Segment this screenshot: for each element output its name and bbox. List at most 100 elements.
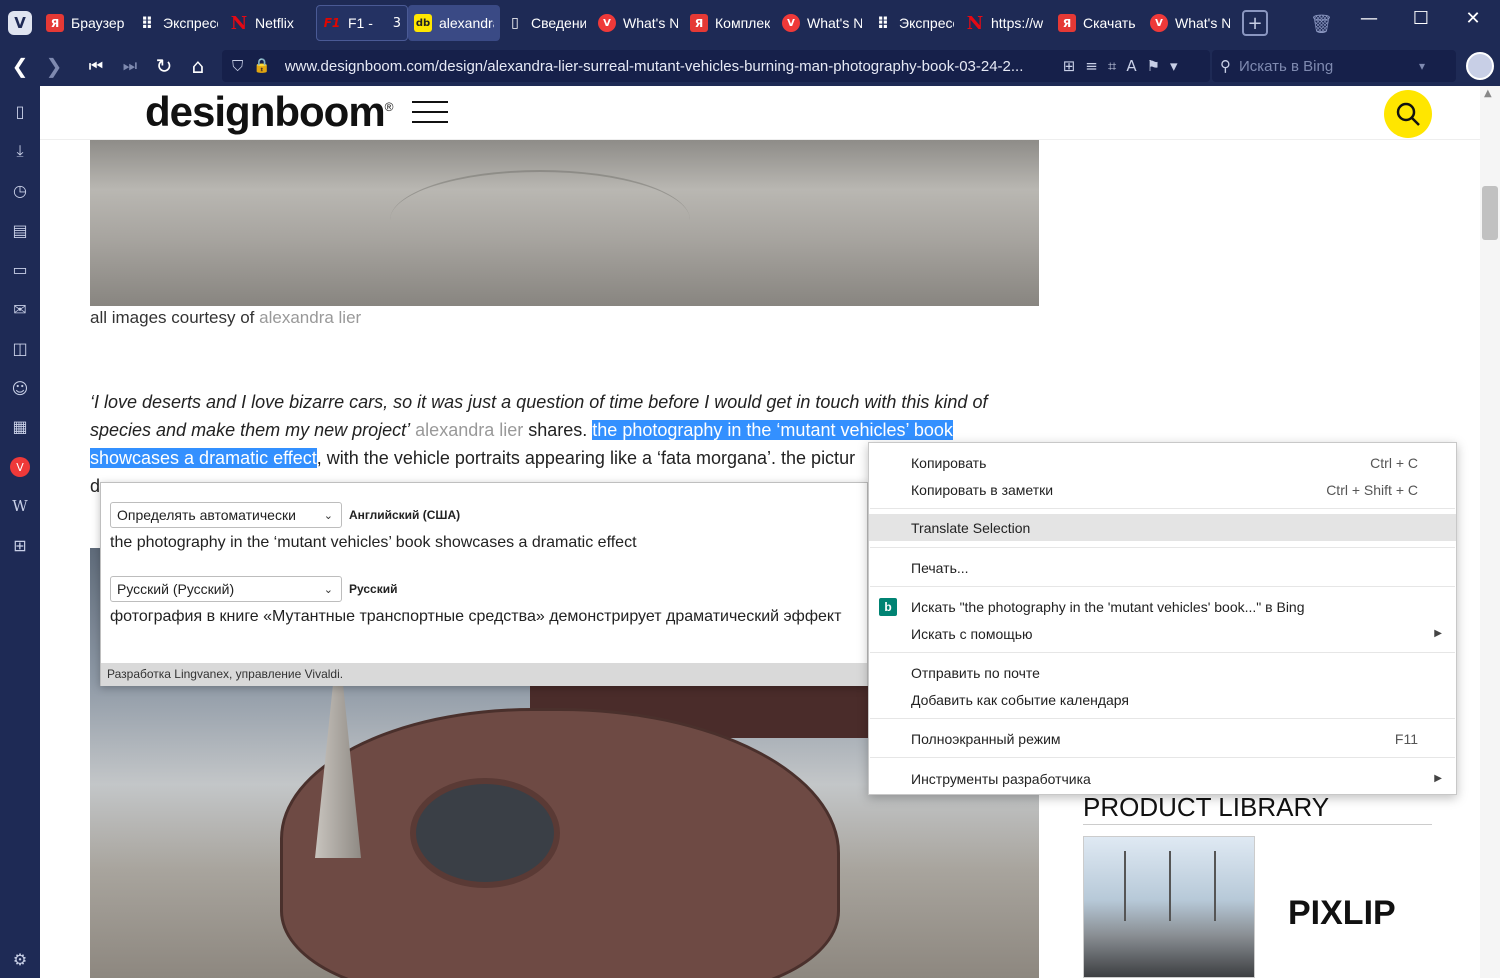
vivaldi-menu-button[interactable]: V (0, 0, 40, 46)
vivaldi-web-panel-icon[interactable]: V (0, 452, 40, 482)
tab-stack-count: 3 (392, 15, 401, 31)
menu-item-add-calendar[interactable]: Добавить как событие календаря (869, 686, 1456, 713)
search-engine-icon[interactable]: ⚲ (1220, 57, 1231, 75)
tab-whats-new-2[interactable]: V What's New (776, 5, 868, 41)
yandex-icon: Я (1058, 14, 1076, 32)
source-language-select[interactable]: Определять автоматически ⌄ (110, 502, 342, 528)
url-text[interactable]: www.designboom.com/design/alexandra-lier… (285, 58, 1055, 75)
vivaldi-icon: V (782, 14, 800, 32)
menu-item-search-with[interactable]: Искать с помощью ▶ (869, 620, 1456, 647)
hamburger-menu-icon[interactable] (412, 101, 448, 123)
forward-button[interactable]: ❯ (37, 49, 71, 83)
qr-code-icon[interactable]: ⌗ (1108, 57, 1116, 75)
menu-item-label: Добавить как событие календаря (911, 691, 1129, 708)
tab-whats-new-3[interactable]: V What's New (1144, 5, 1236, 41)
url-field[interactable]: ⛉ 🔒 www.designboom.com/design/alexandra-… (222, 50, 1210, 82)
bing-icon: b (879, 597, 897, 616)
feed-icon[interactable]: ⊞ (1063, 57, 1076, 75)
menu-separator (870, 586, 1455, 587)
menu-item-label: Отправить по почте (911, 664, 1040, 681)
wikipedia-panel-icon[interactable]: W (0, 491, 40, 521)
menu-item-copy-to-notes[interactable]: Копировать в заметки Ctrl + Shift + C (869, 476, 1456, 503)
shortcut-label: F11 (1394, 730, 1418, 747)
close-window-button[interactable]: ✕ (1458, 8, 1488, 29)
reload-button[interactable]: ↻ (147, 49, 181, 83)
tab-speed-dial-2[interactable]: ⠿ Экспресс (868, 5, 960, 41)
bookmark-icon[interactable]: ⚑ (1147, 57, 1160, 75)
grid-icon: ⠿ (876, 13, 890, 33)
reader-view-icon[interactable]: ≡ (1085, 57, 1098, 75)
profile-avatar[interactable] (1466, 52, 1494, 80)
calendar-panel-icon[interactable]: ▦ (0, 411, 40, 441)
home-button[interactable]: ⌂ (181, 49, 215, 83)
minimize-button[interactable]: — (1354, 8, 1384, 29)
menu-item-search-bing[interactable]: b Искать "the photography in the 'mutant… (869, 593, 1456, 620)
vivaldi-icon: V (598, 14, 616, 32)
window-panel-icon[interactable]: ▭ (0, 254, 40, 284)
tab-strip: Я Браузер ⠿ Экспресс N Netflix F1 F1 - 3… (40, 0, 1268, 46)
menu-item-send-mail[interactable]: Отправить по почте (869, 659, 1456, 686)
downloads-panel-icon[interactable]: ⤓ (0, 136, 40, 166)
menu-item-developer-tools[interactable]: Инструменты разработчика ▶ (869, 765, 1456, 792)
tab-label: Комплект (715, 15, 770, 31)
history-panel-icon[interactable]: ◷ (0, 175, 40, 205)
menu-item-fullscreen[interactable]: Полноэкранный режим F11 (869, 725, 1456, 752)
tab-skachat[interactable]: Я Скачать (1052, 5, 1144, 41)
chevron-down-icon[interactable]: ▾ (1170, 57, 1178, 75)
menu-item-print[interactable]: Печать... (869, 554, 1456, 581)
mail-panel-icon[interactable]: ✉ (0, 294, 40, 324)
submenu-arrow-icon: ▶ (1434, 628, 1442, 639)
tab-komplekt[interactable]: Я Комплект (684, 5, 776, 41)
paragraph-line3: d (90, 476, 101, 496)
new-tab-button[interactable]: + (1242, 10, 1268, 36)
caption-credit-link[interactable]: alexandra lier (259, 308, 361, 327)
scrollbar-thumb[interactable] (1482, 186, 1498, 240)
vivaldi-logo-icon: V (8, 11, 32, 35)
search-field[interactable]: ⚲ ▾ (1212, 50, 1456, 82)
fast-forward-button[interactable]: ⏭ (113, 49, 147, 83)
menu-item-label: Полноэкранный режим (911, 730, 1061, 747)
bookmarks-panel-icon[interactable]: ▯ (0, 96, 40, 126)
contacts-panel-icon[interactable]: ☺ (0, 373, 40, 403)
menu-item-translate-selection[interactable]: Translate Selection (869, 514, 1456, 541)
back-button[interactable]: ❮ (3, 49, 37, 83)
brand-logo[interactable]: PIXLIP (1288, 894, 1396, 933)
site-logo[interactable]: designboom® (145, 88, 393, 136)
shield-icon[interactable]: ⛉ (232, 57, 243, 75)
menu-separator (870, 508, 1455, 509)
add-panel-icon[interactable]: ⊞ (0, 530, 40, 560)
tab-svedeniya[interactable]: ▯ Сведения (500, 5, 592, 41)
tab-designboom-active[interactable]: db alexandra (408, 5, 500, 41)
search-input[interactable] (1239, 57, 1419, 75)
target-language: Русский (349, 582, 398, 596)
tab-speed-dial[interactable]: ⠿ Экспресс (132, 5, 224, 41)
tab-label: What's New (807, 15, 862, 31)
feeds-panel-icon[interactable]: ◫ (0, 333, 40, 363)
trash-icon[interactable]: 🗑 (1310, 14, 1333, 35)
translate-popup: Определять автоматически ⌄ Английский (С… (100, 482, 868, 686)
image-caption: all images courtesy of alexandra lier (90, 308, 361, 328)
tab-netflix-url[interactable]: N https://w (960, 5, 1052, 41)
window-frame (1124, 851, 1126, 921)
settings-gear-icon[interactable]: ⚙ (0, 944, 40, 974)
tab-netflix[interactable]: N Netflix (224, 5, 316, 41)
rewind-button[interactable]: ⏮ (79, 49, 113, 83)
notes-panel-icon[interactable]: ▤ (0, 215, 40, 245)
f1-icon: F1 (323, 16, 341, 30)
tab-stack-f1[interactable]: F1 F1 - 3 (316, 5, 408, 41)
target-language-select[interactable]: Русский (Русский) ⌄ (110, 576, 342, 602)
tab-browser[interactable]: Я Браузер (40, 5, 132, 41)
lock-icon[interactable]: 🔒 (253, 58, 270, 74)
site-search-button[interactable] (1384, 90, 1432, 138)
shares-text: shares. (528, 420, 588, 440)
scroll-up-icon[interactable]: ▲ (1484, 88, 1492, 99)
tab-whats-new-1[interactable]: V What's New (592, 5, 684, 41)
chevron-down-icon: ⌄ (323, 509, 333, 522)
product-image-office[interactable] (1083, 836, 1255, 978)
vehicle-window (410, 778, 560, 888)
maximize-button[interactable]: ☐ (1406, 8, 1436, 29)
translate-icon[interactable]: A (1126, 57, 1136, 75)
author-link[interactable]: alexandra lier (415, 420, 523, 440)
chevron-down-icon[interactable]: ▾ (1419, 59, 1425, 73)
menu-item-copy[interactable]: Копировать Ctrl + C (869, 449, 1456, 476)
